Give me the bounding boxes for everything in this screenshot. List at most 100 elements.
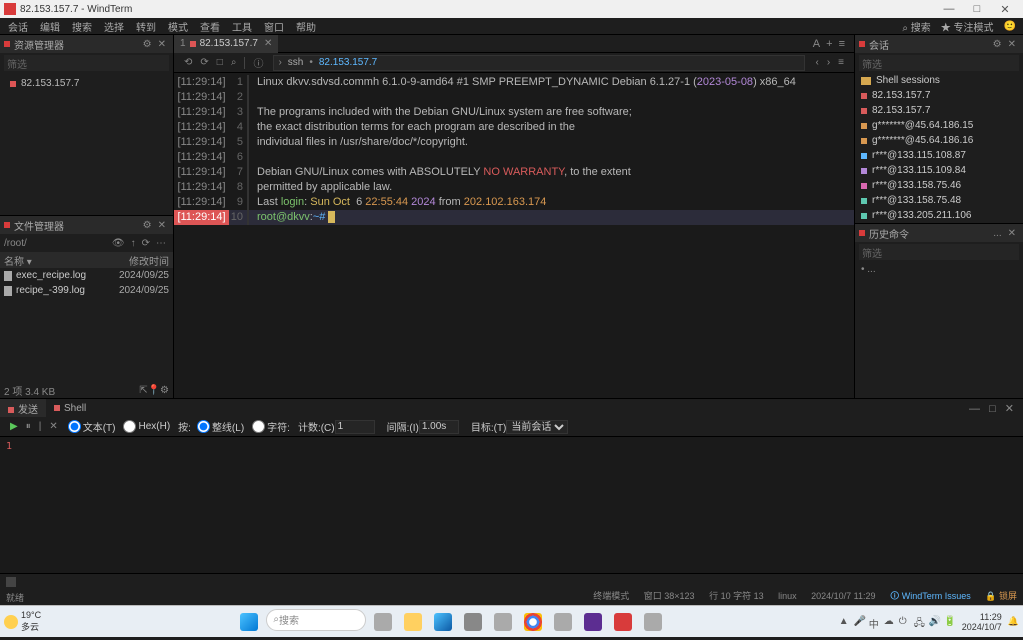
menu-view[interactable]: 查看: [194, 18, 226, 35]
menu-mode[interactable]: 模式: [162, 18, 194, 35]
history-filter[interactable]: 筛选: [859, 244, 1019, 260]
send-x-icon[interactable]: ✕: [45, 421, 61, 432]
file-col-name[interactable]: 名称 ▾: [0, 252, 110, 268]
session-item[interactable]: g*******@45.64.186.16: [855, 133, 1023, 148]
menubar-search[interactable]: ⌕ 搜索: [897, 19, 935, 34]
file-more-icon[interactable]: ⋯: [153, 238, 169, 249]
session-item[interactable]: 82.153.157.7: [855, 88, 1023, 103]
session-filter[interactable]: 筛选: [859, 55, 1019, 71]
status-mode[interactable]: 终端模式: [593, 591, 629, 601]
send-close-button[interactable]: ✕: [1002, 403, 1017, 415]
toolbar-back-icon[interactable]: ⟲: [180, 57, 196, 68]
minimize-button[interactable]: —: [935, 3, 963, 15]
resource-close-icon[interactable]: ✕: [155, 39, 169, 50]
resource-filter[interactable]: 筛选: [4, 55, 169, 71]
tabbar-menu-button[interactable]: ≡: [836, 38, 848, 50]
toolbar-forward-icon[interactable]: ⟳: [196, 57, 212, 68]
file-action2-icon[interactable]: 📍: [148, 385, 160, 396]
tray-icon[interactable]: ⏻: [899, 616, 911, 628]
session-item[interactable]: r***@133.158.75.48: [855, 193, 1023, 208]
taskbar-app-icon[interactable]: [640, 609, 666, 635]
file-row[interactable]: exec_recipe.log 2024/09/25: [0, 268, 173, 283]
tray-icon[interactable]: ☁: [884, 616, 896, 628]
send-pause-icon[interactable]: ⏸: [22, 421, 35, 432]
file-action3-icon[interactable]: ⚙: [160, 385, 169, 396]
maximize-button[interactable]: □: [963, 3, 991, 15]
terminal[interactable]: [11:29:14]1Linux dkvv.sdvsd.commh 6.1.0-…: [174, 73, 854, 398]
tray-icon[interactable]: ▲: [839, 616, 851, 628]
menu-edit[interactable]: 编辑: [34, 18, 66, 35]
session-item[interactable]: r***@133.115.108.87: [855, 148, 1023, 163]
send-text-radio[interactable]: [68, 420, 81, 433]
status-icon[interactable]: [6, 577, 16, 587]
menu-tools[interactable]: 工具: [226, 18, 258, 35]
send-line-radio[interactable]: [197, 420, 210, 433]
tray-icon[interactable]: 🖧: [914, 616, 926, 628]
send-target-select[interactable]: 当前会话: [506, 420, 568, 434]
toolbar-info-icon[interactable]: ⓘ: [249, 55, 267, 70]
menu-window[interactable]: 窗口: [258, 18, 290, 35]
session-close-icon[interactable]: ✕: [1005, 39, 1019, 50]
taskbar-app-icon[interactable]: [370, 609, 396, 635]
taskbar-windterm-icon[interactable]: [610, 609, 636, 635]
notification-icon[interactable]: 🔔: [1008, 616, 1019, 627]
session-item[interactable]: 82.153.157.7: [855, 103, 1023, 118]
toolbar-menu-icon[interactable]: ≡: [834, 57, 848, 68]
send-interval-input[interactable]: [419, 420, 459, 434]
taskbar-explorer-icon[interactable]: [400, 609, 426, 635]
menu-session[interactable]: 会话: [2, 18, 34, 35]
taskbar-app-icon[interactable]: [550, 609, 576, 635]
history-more-icon[interactable]: ...: [990, 228, 1004, 239]
send-char-radio[interactable]: [252, 420, 265, 433]
file-up-icon[interactable]: ↑: [128, 238, 139, 249]
address-bar[interactable]: › ssh • 82.153.157.7: [273, 55, 805, 71]
file-close-icon[interactable]: ✕: [155, 220, 169, 231]
start-button[interactable]: [236, 609, 262, 635]
toolbar-box-icon[interactable]: □: [213, 57, 227, 68]
file-eye-icon[interactable]: 👁: [109, 238, 128, 249]
tab-close-icon[interactable]: ✕: [264, 38, 272, 49]
weather-widget[interactable]: 19°C多云: [4, 610, 64, 633]
session-folder[interactable]: Shell sessions: [855, 73, 1023, 88]
menu-goto[interactable]: 转到: [130, 18, 162, 35]
send-body[interactable]: 1: [0, 437, 1023, 573]
send-tab[interactable]: 发送: [0, 399, 46, 418]
session-item[interactable]: r***@133.158.75.46: [855, 178, 1023, 193]
focus-mode-button[interactable]: ★ 专注模式: [936, 19, 999, 34]
send-hex-radio[interactable]: [123, 420, 136, 433]
taskbar-app-icon[interactable]: [490, 609, 516, 635]
tray-icon[interactable]: 🔋: [944, 616, 956, 628]
tray-icon[interactable]: 🎤: [854, 616, 866, 628]
user-icon[interactable]: 🙂: [999, 21, 1021, 32]
tray-icon[interactable]: 中: [869, 616, 881, 628]
toolbar-left-icon[interactable]: ‹: [811, 57, 822, 68]
send-max-button[interactable]: □: [986, 403, 999, 415]
send-play-icon[interactable]: ▶: [6, 421, 22, 432]
file-row[interactable]: recipe_-399.log 2024/09/25: [0, 283, 173, 298]
terminal-tab[interactable]: 1 82.153.157.7 ✕: [174, 35, 278, 53]
close-button[interactable]: ✕: [991, 3, 1019, 16]
shell-tab[interactable]: Shell: [46, 401, 94, 416]
send-count-input[interactable]: [335, 420, 375, 434]
tray-icon[interactable]: 🔊: [929, 616, 941, 628]
menu-help[interactable]: 帮助: [290, 18, 322, 35]
file-action1-icon[interactable]: ⇱: [139, 385, 147, 396]
windterm-issues-link[interactable]: 🛈 WindTerm Issues: [890, 591, 971, 601]
history-close-icon[interactable]: ✕: [1005, 228, 1019, 239]
file-path[interactable]: /root/: [4, 238, 109, 249]
resource-settings-icon[interactable]: ⚙: [140, 39, 155, 50]
file-settings-icon[interactable]: ⚙: [140, 220, 155, 231]
toolbar-search-icon[interactable]: ⌕: [227, 57, 241, 68]
taskbar-clock[interactable]: 11:29 2024/10/7: [962, 612, 1002, 632]
tabbar-add-button[interactable]: +: [823, 38, 835, 50]
menu-select[interactable]: 选择: [98, 18, 130, 35]
session-item[interactable]: g*******@45.64.186.15: [855, 118, 1023, 133]
session-settings-icon[interactable]: ⚙: [990, 39, 1005, 50]
file-refresh-icon[interactable]: ⟳: [139, 238, 153, 249]
system-tray[interactable]: ▲🎤中☁⏻🖧🔊🔋: [839, 616, 956, 628]
resource-item[interactable]: 82.153.157.7: [4, 75, 169, 92]
taskbar-chrome-icon[interactable]: [520, 609, 546, 635]
send-min-button[interactable]: —: [966, 403, 983, 415]
toolbar-right-icon[interactable]: ›: [823, 57, 834, 68]
menu-search[interactable]: 搜索: [66, 18, 98, 35]
